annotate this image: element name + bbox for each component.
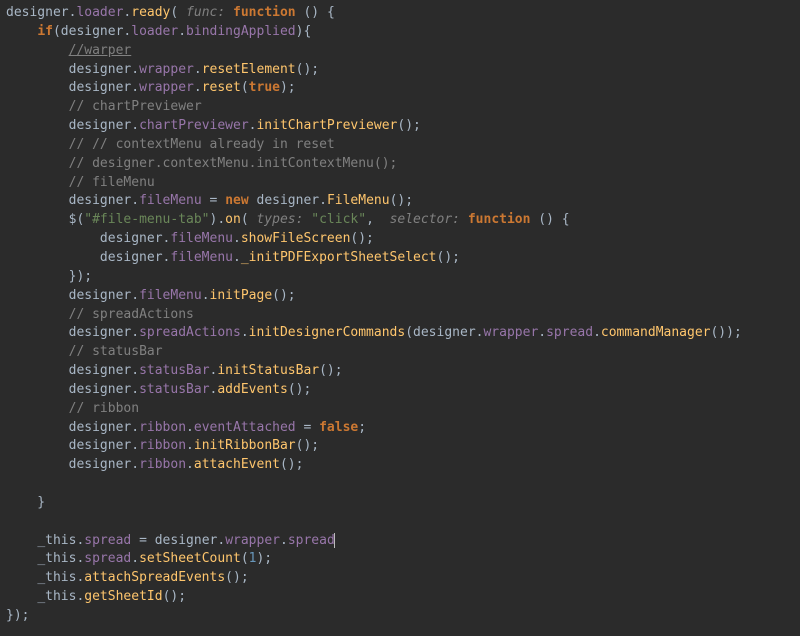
code-line: _this.getSheetId(); <box>6 589 186 604</box>
code-line: designer.statusBar.addEvents(); <box>6 382 311 397</box>
code-line: designer.wrapper.resetElement(); <box>6 62 319 77</box>
code-line: designer.fileMenu = new designer.FileMen… <box>6 193 413 208</box>
code-line: } <box>6 495 45 510</box>
code-line: designer.fileMenu._initPDFExportSheetSel… <box>6 250 460 265</box>
code-line: designer.ribbon.initRibbonBar(); <box>6 438 319 453</box>
code-line: // statusBar <box>6 344 163 359</box>
code-line: designer.fileMenu.initPage(); <box>6 288 296 303</box>
code-line: designer.chartPreviewer.initChartPreview… <box>6 118 421 133</box>
code-line: _this.spread = designer.wrapper.spread <box>6 533 335 548</box>
code-line: designer.ribbon.attachEvent(); <box>6 457 303 472</box>
code-line: designer.wrapper.reset(true); <box>6 80 296 95</box>
code-line: designer.statusBar.initStatusBar(); <box>6 363 343 378</box>
code-line: // // contextMenu already in reset <box>6 137 335 152</box>
code-line: designer.spreadActions.initDesignerComma… <box>6 325 742 340</box>
code-line: //warper <box>6 43 131 58</box>
code-line <box>6 514 14 529</box>
code-line <box>6 476 14 491</box>
code-line: if(designer.loader.bindingApplied){ <box>6 24 311 39</box>
code-line: // fileMenu <box>6 175 155 190</box>
code-line: }); <box>6 269 92 284</box>
code-line: // ribbon <box>6 401 139 416</box>
code-line: // spreadActions <box>6 307 194 322</box>
code-line: // chartPreviewer <box>6 99 202 114</box>
code-line: _this.spread.setSheetCount(1); <box>6 551 272 566</box>
code-line: designer.loader.ready( func: function ()… <box>6 5 335 20</box>
code-editor[interactable]: designer.loader.ready( func: function ()… <box>0 0 800 636</box>
code-line: }); <box>6 608 29 623</box>
code-line: $("#file-menu-tab").on( types: "click", … <box>6 212 570 227</box>
code-line: designer.fileMenu.showFileScreen(); <box>6 231 374 246</box>
code-line: // designer.contextMenu.initContextMenu(… <box>6 156 397 171</box>
text-caret <box>334 533 335 548</box>
code-line: _this.attachSpreadEvents(); <box>6 570 249 585</box>
code-line: designer.ribbon.eventAttached = false; <box>6 420 366 435</box>
